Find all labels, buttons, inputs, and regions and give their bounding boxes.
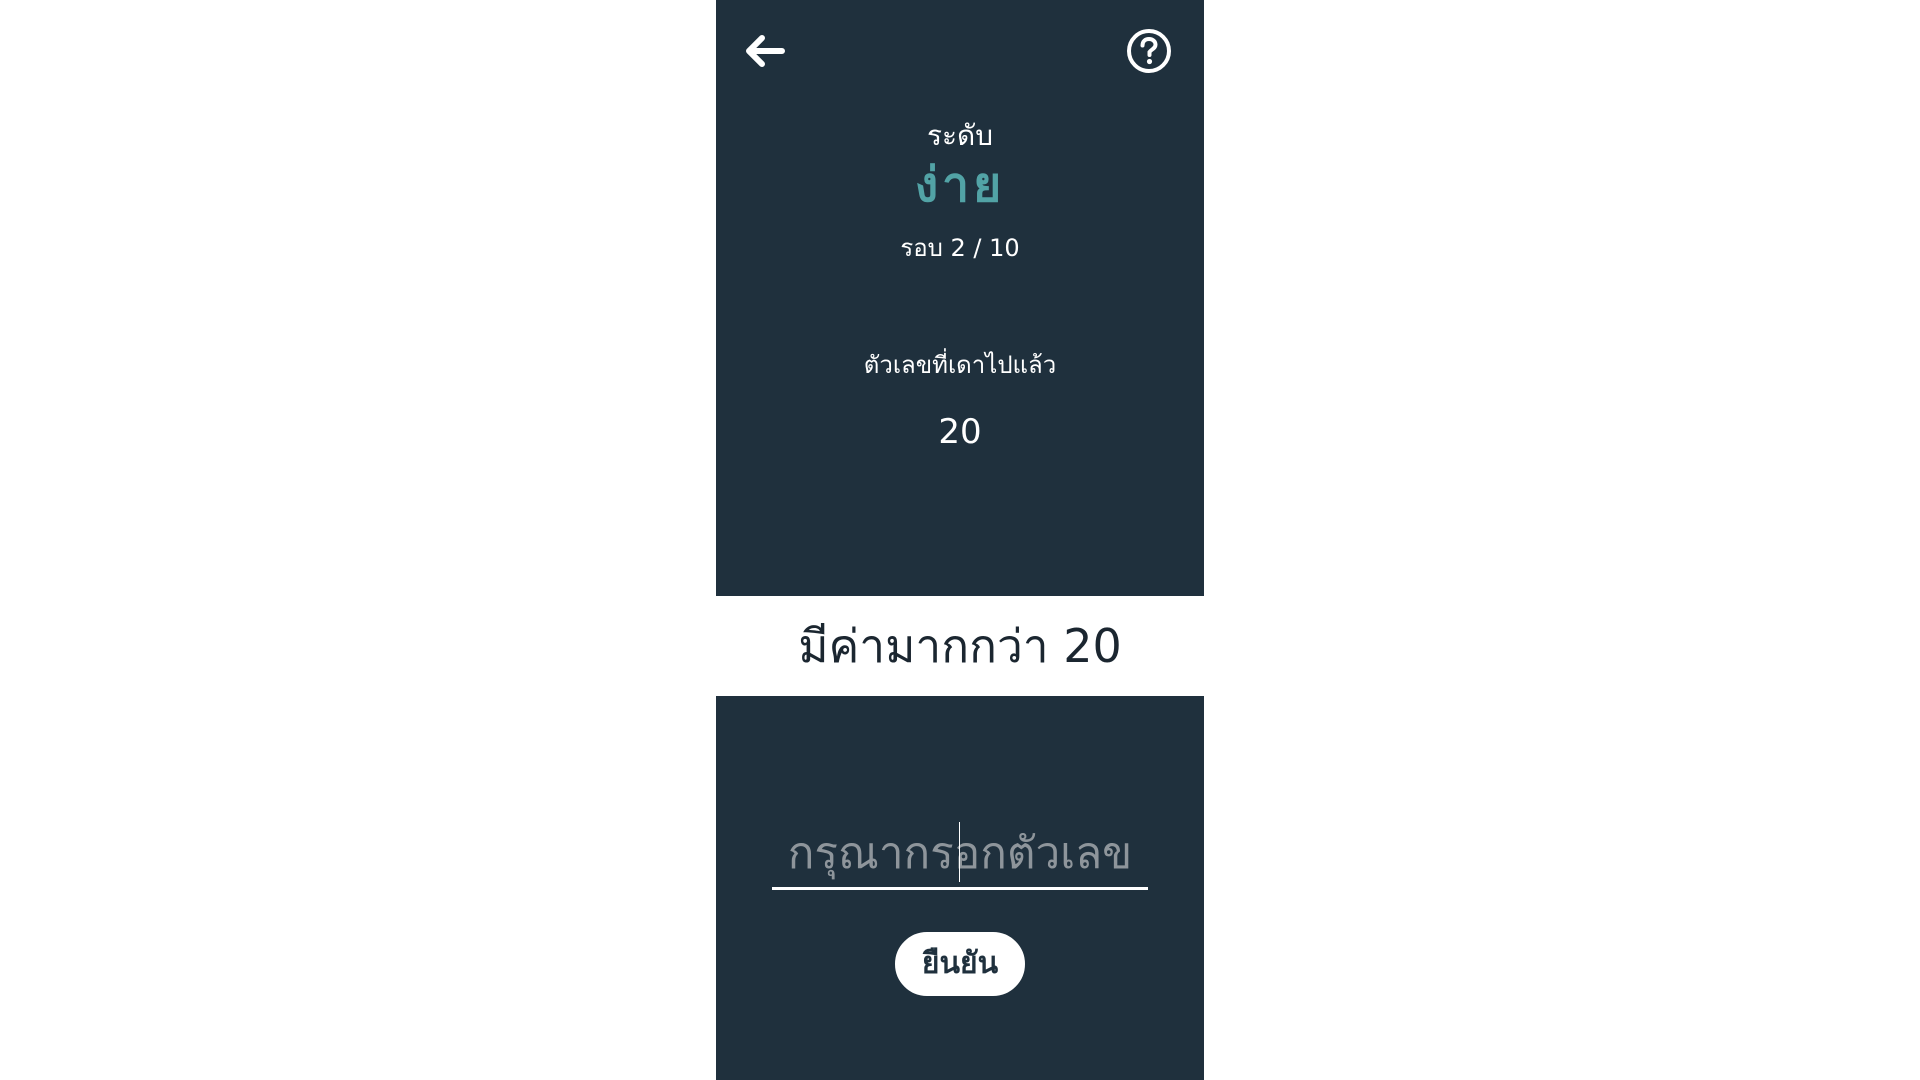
hint-text: มีค่ามากกว่า 20 — [798, 619, 1122, 673]
text-caret — [959, 822, 960, 882]
guessed-numbers-label: ตัวเลขที่เดาไปแล้ว — [863, 351, 1057, 379]
back-button[interactable] — [742, 32, 786, 70]
hint-band: มีค่ามากกว่า 20 — [716, 596, 1204, 696]
help-button[interactable] — [1126, 28, 1172, 74]
guess-number-input[interactable] — [772, 820, 1148, 890]
guess-input-panel: ยืนยัน — [716, 696, 1204, 1080]
arrow-left-icon — [746, 35, 785, 67]
game-status-panel: ระดับ ง่าย รอบ 2 / 10 ตัวเลขที่เดาไปแล้ว… — [716, 0, 1204, 596]
guessed-numbers-list: 20 — [938, 412, 982, 452]
question-circle-icon — [1127, 29, 1171, 73]
level-value: ง่าย — [914, 157, 1006, 213]
confirm-button[interactable]: ยืนยัน — [895, 932, 1025, 996]
round-counter: รอบ 2 / 10 — [900, 234, 1020, 262]
level-label: ระดับ — [926, 119, 994, 152]
game-app: ระดับ ง่าย รอบ 2 / 10 ตัวเลขที่เดาไปแล้ว… — [716, 0, 1204, 1080]
